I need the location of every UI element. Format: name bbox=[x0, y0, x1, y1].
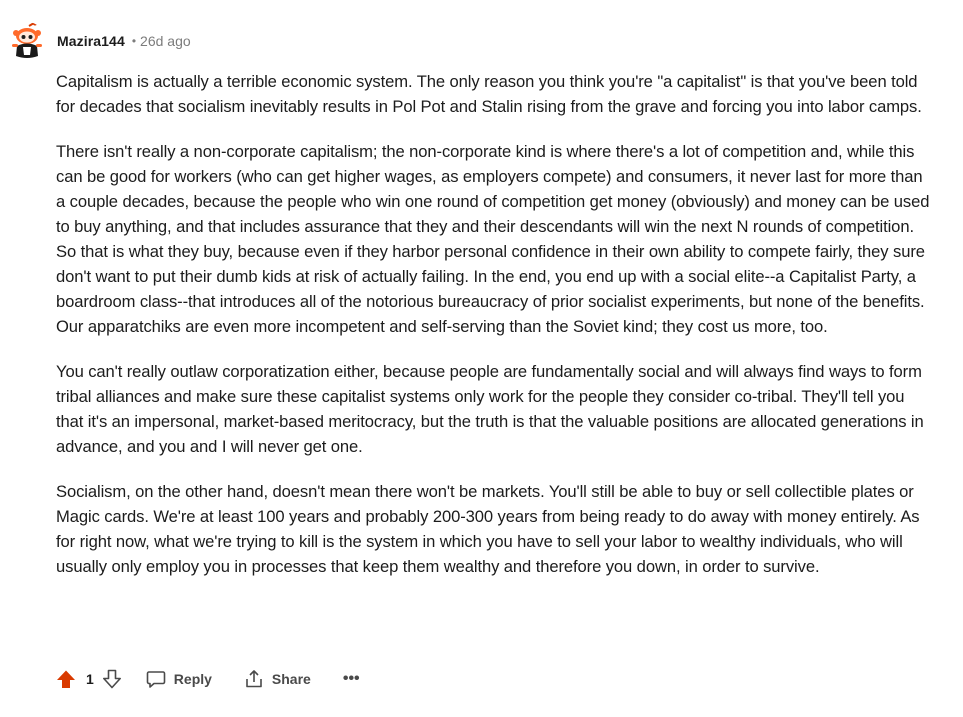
more-options-button[interactable]: ••• bbox=[343, 670, 360, 688]
comment-header: Mazira144 • 26d ago bbox=[8, 22, 191, 60]
comment-paragraph: You can't really outlaw corporatization … bbox=[56, 362, 924, 456]
downvote-button[interactable] bbox=[102, 669, 122, 689]
comment-paragraph: There isn't really a non-corporate capit… bbox=[56, 142, 930, 336]
username[interactable]: Mazira144 bbox=[57, 33, 125, 49]
vote-control: 1 bbox=[56, 669, 122, 689]
downvote-arrow-icon bbox=[102, 669, 121, 689]
upvote-button[interactable] bbox=[56, 669, 76, 689]
timestamp[interactable]: 26d ago bbox=[140, 33, 191, 49]
comment: Mazira144 • 26d ago Capitalism is actual… bbox=[0, 0, 963, 717]
reply-label: Reply bbox=[173, 671, 212, 687]
vote-score: 1 bbox=[86, 671, 94, 687]
comment-paragraph: Socialism, on the other hand, doesn't me… bbox=[56, 482, 920, 576]
meta-separator: • bbox=[131, 34, 137, 48]
upvote-arrow-icon bbox=[57, 670, 75, 688]
comment-paragraph: Capitalism is actually a terrible econom… bbox=[56, 72, 922, 116]
share-label: Share bbox=[271, 671, 311, 687]
comment-body: Capitalism is actually a terrible econom… bbox=[56, 69, 936, 599]
avatar[interactable] bbox=[8, 22, 46, 60]
comment-action-bar: 1 Reply Share ••• bbox=[56, 664, 360, 694]
comment-bubble-icon bbox=[146, 671, 166, 688]
share-button[interactable]: Share bbox=[244, 669, 311, 689]
reply-button[interactable]: Reply bbox=[146, 669, 212, 689]
share-upload-icon bbox=[246, 670, 262, 688]
